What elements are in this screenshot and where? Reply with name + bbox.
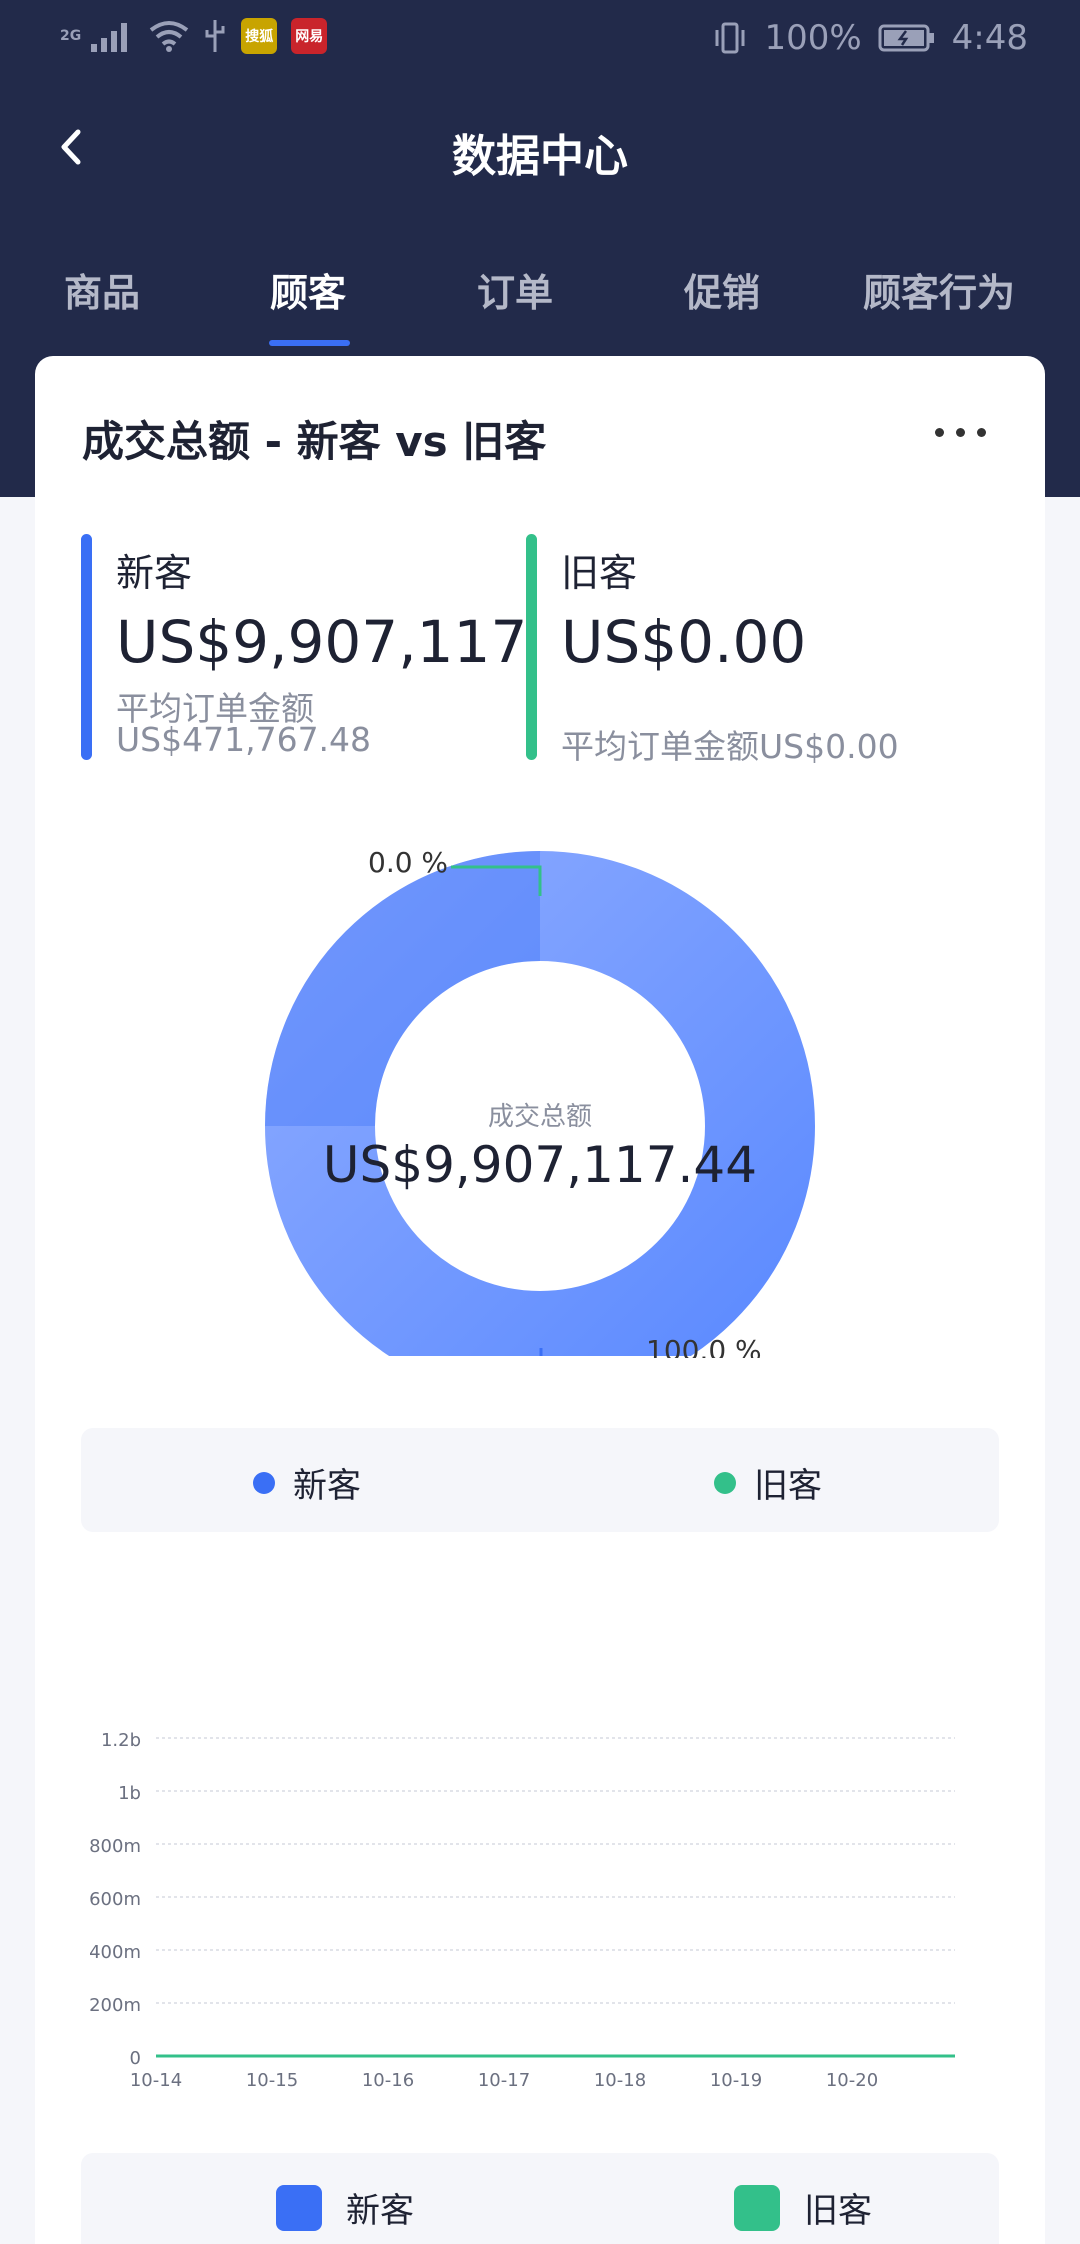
tab-bar: 商品 顾客 订单 促销 顾客行为 [0,262,1080,346]
trend-chart-svg: 0 200m 400m 600m 800m 1b 1.2b 10-14 10-15 10-16 10… [89,1730,955,2091]
page-title: 数据中心 [452,131,628,182]
metric-value: US$0.00 [561,608,807,676]
network-type-label: 2G [60,28,82,44]
legend-label: 旧客 [804,2191,872,2231]
legend-square-icon [276,2184,322,2231]
card-title: 成交总额 - 新客 vs 旧客 [82,417,547,466]
x-tick-label: 10-17 [478,2070,530,2091]
legend-label: 新客 [346,2191,414,2231]
donut-center-value: US$9,907,117.44 [322,1136,758,1194]
usb-icon [205,20,225,52]
y-tick-label: 1.2b [101,1730,141,1751]
metric-new-customer: 新客 US$9,907,117.44 平均订单金额 US$471,767.48 [81,534,525,760]
app-badge-netease: 网易 [291,18,328,54]
gmv-new-vs-returning-card: 成交总额 - 新客 vs 旧客 新客 US$9,907,117.44 平均订单金… [35,356,1045,2244]
tab-orders[interactable]: 订单 [477,262,553,317]
new-pct-label: 100.0 % [646,1334,762,1358]
tab-customers[interactable]: 顾客 [270,262,346,317]
top-bar: 数据中心 [0,110,1080,190]
legend-label: 旧客 [754,1466,822,1506]
x-tick-label: 10-20 [826,2070,878,2091]
vibrate-icon [715,22,745,54]
donut-center-label: 成交总额 [487,1102,592,1132]
legend-dot-icon [253,1471,275,1494]
more-dot-icon [956,427,965,437]
y-tick-label: 600m [89,1889,141,1910]
status-right: 100% 4:48 [712,18,1028,58]
status-time: 4:48 [951,18,1028,58]
app-badge-sohu: 搜狐 [241,18,278,54]
tab-products[interactable]: 商品 [64,262,140,317]
metric-avg-value: US$471,767.48 [116,720,372,759]
legend-item-new[interactable]: 新客 [253,1458,361,1507]
trend-line-chart: 0 200m 400m 600m 800m 1b 1.2b 10-14 10-15 10-16 10… [35,1656,1045,2096]
donut-chart: 0.0 % 100.0 % 成交总额 US$9,907,117.44 [35,796,1045,1401]
active-tab-indicator [269,340,350,346]
tab-customer-behavior[interactable]: 顾客行为 [863,262,1015,317]
metric-avg: 平均订单金额US$0.00 [561,727,899,766]
donut-svg [265,851,815,1401]
metric-value: US$9,907,117.44 [116,608,525,676]
metric-color-bar [81,534,92,760]
old-pct-label: 0.0 % [368,846,449,879]
chart-legend-item-new[interactable]: 新客 [276,2183,414,2232]
x-tick-label: 10-16 [362,2070,414,2091]
metric-color-bar [526,534,537,760]
y-tick-label: 200m [89,1995,141,2016]
x-tick-label: 10-19 [710,2070,762,2091]
tab-promotions[interactable]: 促销 [684,262,760,317]
metric-old-customer: 旧客 US$0.00 平均订单金额US$0.00 [526,534,1006,766]
x-tick-label: 10-15 [246,2070,298,2091]
y-tick-label: 1b [118,1783,141,1804]
more-dot-icon [935,427,944,437]
y-tick-label: 400m [89,1942,141,1963]
metric-label: 新客 [116,551,193,595]
legend-dot-icon [714,1471,736,1494]
chart-legend-item-old[interactable]: 旧客 [734,2183,872,2232]
legend-label: 新客 [293,1466,361,1506]
donut-legend: 新客 旧客 [81,1428,999,1532]
wifi-icon [150,21,189,52]
more-options-button[interactable] [935,422,995,442]
legend-square-icon [734,2184,780,2231]
donut-slice-shade [265,851,540,1126]
legend-item-old[interactable]: 旧客 [714,1458,822,1507]
x-tick-label: 10-18 [594,2070,646,2091]
metric-label: 旧客 [561,551,638,595]
chart-legend: 新客 旧客 [81,2153,999,2244]
signal-icon [91,23,128,52]
status-bar: 2G 搜狐 网易 100% 4:48 [0,0,1080,80]
y-tick-label: 800m [89,1836,141,1857]
battery-icon [878,24,934,52]
status-left: 2G 搜狐 网易 [60,18,328,54]
battery-percent: 100% [764,18,862,58]
x-tick-label: 10-14 [130,2070,182,2091]
y-tick-label: 0 [130,2048,141,2069]
more-dot-icon [977,427,986,437]
